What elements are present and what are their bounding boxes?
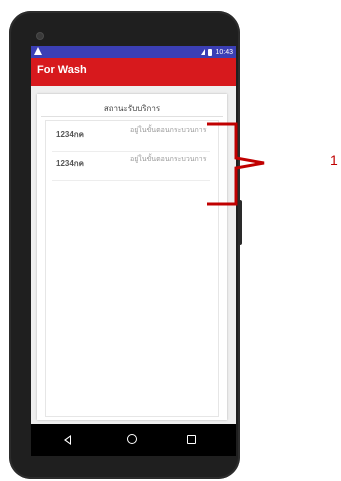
back-icon[interactable] [64,435,71,445]
card-divider [41,116,223,117]
navigation-bar [31,424,236,456]
status-indicators: 10:43 [201,47,233,57]
battery-icon [208,48,213,56]
annotation-label: 1 [330,152,338,168]
list-item[interactable]: 1234กค อยู่ในขั้นตอนกระบวนการ [52,123,210,152]
card-title: สถานะรับบริการ [103,104,161,113]
camera-icon [37,33,43,39]
status-time: 10:43 [215,48,233,56]
side-power-button [238,200,242,245]
service-status: อยู่ในขั้นตอนกระบวนการ [130,126,207,134]
status-bar: 10:43 [31,46,236,58]
wifi-icon [201,49,206,55]
list-item[interactable]: 1234กค อยู่ในขั้นตอนกระบวนการ [52,152,210,181]
notification-icon [34,47,42,55]
status-list: 1234กค อยู่ในขั้นตอนกระบวนการ 1234กค อยู… [45,120,219,417]
content-area: สถานะรับบริการ 1234กค อยู่ในขั้นตอนกระบว… [31,86,236,424]
phone-screen: 10:43 For Wash สถานะรับบริการ 1234กค อยู… [31,46,236,456]
service-status-card: สถานะรับบริการ 1234กค อยู่ในขั้นตอนกระบว… [37,94,227,420]
app-title: For Wash [37,64,87,76]
app-bar: For Wash [31,58,236,86]
service-status: อยู่ในขั้นตอนกระบวนการ [130,155,207,163]
home-icon[interactable] [127,434,137,444]
license-plate: 1234กค [56,159,84,168]
recents-icon[interactable] [187,435,196,444]
license-plate: 1234กค [56,130,84,139]
